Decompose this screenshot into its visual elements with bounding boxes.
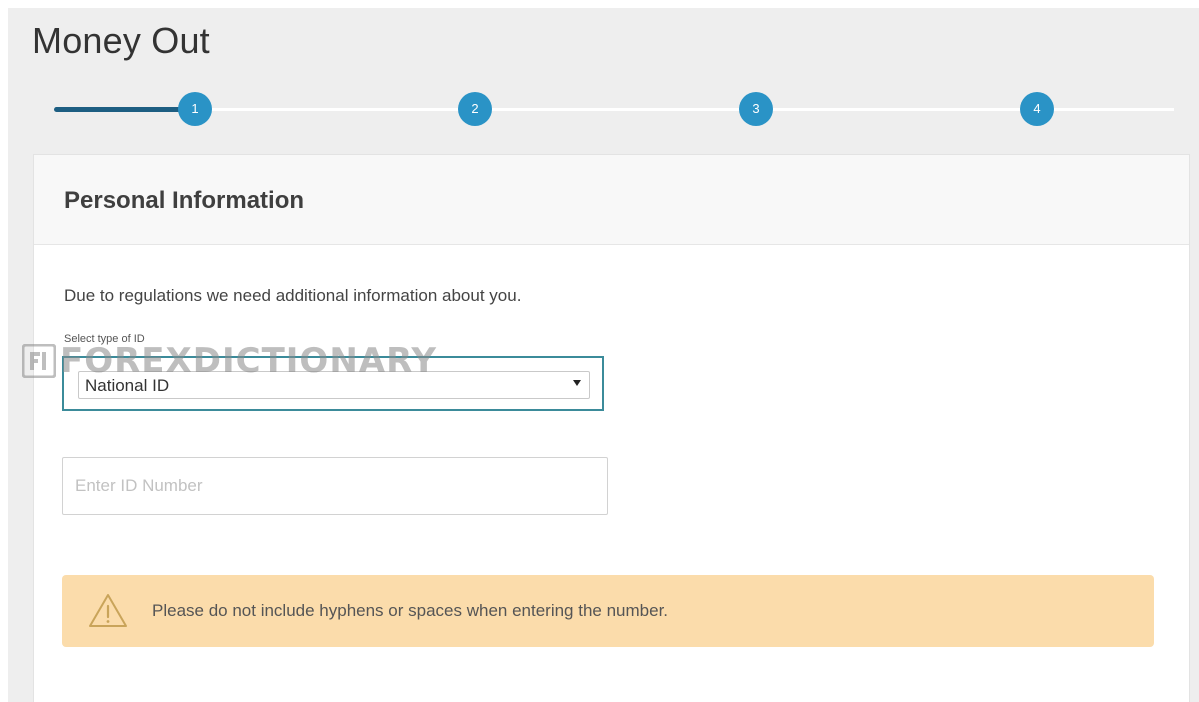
warning-alert: Please do not include hyphens or spaces … [62,575,1154,647]
step-4: 4 [1020,92,1054,126]
stepper-progress-bar [54,107,194,112]
step-1: 1 [178,92,212,126]
id-type-dropdown[interactable]: National ID [78,371,590,399]
money-out-page: Money Out 1 2 3 4 Personal Information D… [8,8,1199,702]
personal-information-card: Personal Information Due to regulations … [33,154,1190,702]
step-2: 2 [458,92,492,126]
intro-text: Due to regulations we need additional in… [64,286,522,305]
id-number-input[interactable] [62,457,608,515]
alert-text: Please do not include hyphens or spaces … [152,601,669,620]
step-3: 3 [739,92,773,126]
id-type-label: Select type of ID [64,333,145,345]
id-type-selected-value: National ID [85,376,170,395]
card-title: Personal Information [64,187,305,214]
id-type-select[interactable]: National ID [62,356,604,411]
progress-stepper: 1 2 3 4 [8,86,1199,134]
card-header: Personal Information [34,155,1189,245]
page-title: Money Out [32,20,210,61]
caret-down-icon [573,380,581,386]
stepper-track [54,108,1174,111]
warning-icon [89,594,127,627]
